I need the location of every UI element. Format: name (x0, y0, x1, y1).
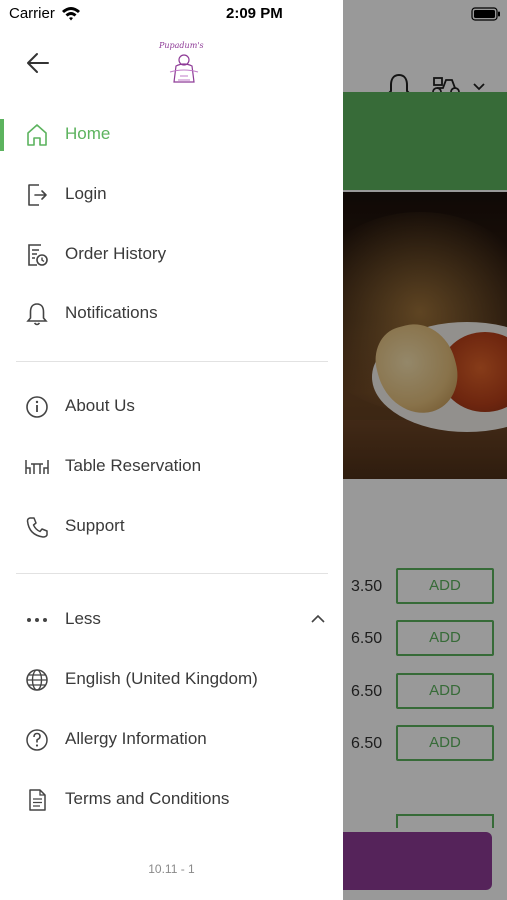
order-history-icon (28, 244, 48, 266)
app-version: 10.11 - 1 (148, 862, 195, 876)
menu-item-label: English (United Kingdom) (65, 669, 258, 688)
battery-icon (471, 7, 500, 21)
menu-item-label: Order History (65, 244, 167, 263)
status-time: 2:09 PM (226, 5, 283, 22)
table-icon (25, 460, 49, 474)
info-icon (26, 396, 48, 418)
menu-item-table-reservation[interactable]: Table Reservation (0, 441, 343, 493)
login-icon (28, 184, 47, 206)
phone-icon (26, 517, 48, 538)
question-icon (26, 729, 48, 751)
navigation-drawer: Pupadum's Home Login Order History Notif… (0, 0, 343, 900)
wifi-icon (62, 7, 80, 21)
chevron-up-icon[interactable] (310, 613, 326, 625)
divider (16, 361, 328, 362)
menu-item-label: Support (65, 516, 125, 535)
menu-item-label: Less (65, 609, 101, 628)
back-arrow-icon[interactable] (26, 52, 50, 74)
home-icon (27, 124, 47, 146)
menu-item-home[interactable]: Home (0, 109, 343, 161)
restaurant-logo: Pupadum's (158, 41, 204, 83)
menu-item-about-us[interactable]: About Us (0, 381, 343, 433)
menu-item-order-history[interactable]: Order History (0, 229, 343, 281)
menu-item-support[interactable]: Support (0, 501, 343, 553)
menu-item-allergy-information[interactable]: Allergy Information (0, 714, 343, 766)
globe-icon (26, 669, 48, 691)
menu-item-language[interactable]: English (United Kingdom) (0, 654, 343, 706)
svg-text:Pupadum's: Pupadum's (158, 41, 204, 50)
menu-item-label: Login (65, 184, 107, 203)
menu-item-terms-and-conditions[interactable]: Terms and Conditions (0, 774, 343, 826)
menu-item-login[interactable]: Login (0, 169, 343, 221)
menu-item-label: About Us (65, 396, 135, 415)
menu-item-label: Notifications (65, 303, 158, 322)
carrier-label: Carrier (9, 5, 55, 22)
document-icon (29, 789, 46, 811)
menu-item-label: Home (65, 124, 111, 143)
divider (16, 573, 328, 574)
menu-item-notifications[interactable]: Notifications (0, 288, 343, 340)
menu-item-label: Allergy Information (65, 729, 207, 748)
menu-item-label: Terms and Conditions (65, 789, 230, 808)
more-dots-icon (27, 618, 47, 622)
menu-item-label: Table Reservation (65, 456, 202, 475)
active-indicator (0, 119, 4, 151)
menu-item-less[interactable]: Less (0, 594, 343, 646)
bell-icon (26, 303, 48, 326)
status-bar: Carrier 2:09 PM (0, 0, 507, 28)
